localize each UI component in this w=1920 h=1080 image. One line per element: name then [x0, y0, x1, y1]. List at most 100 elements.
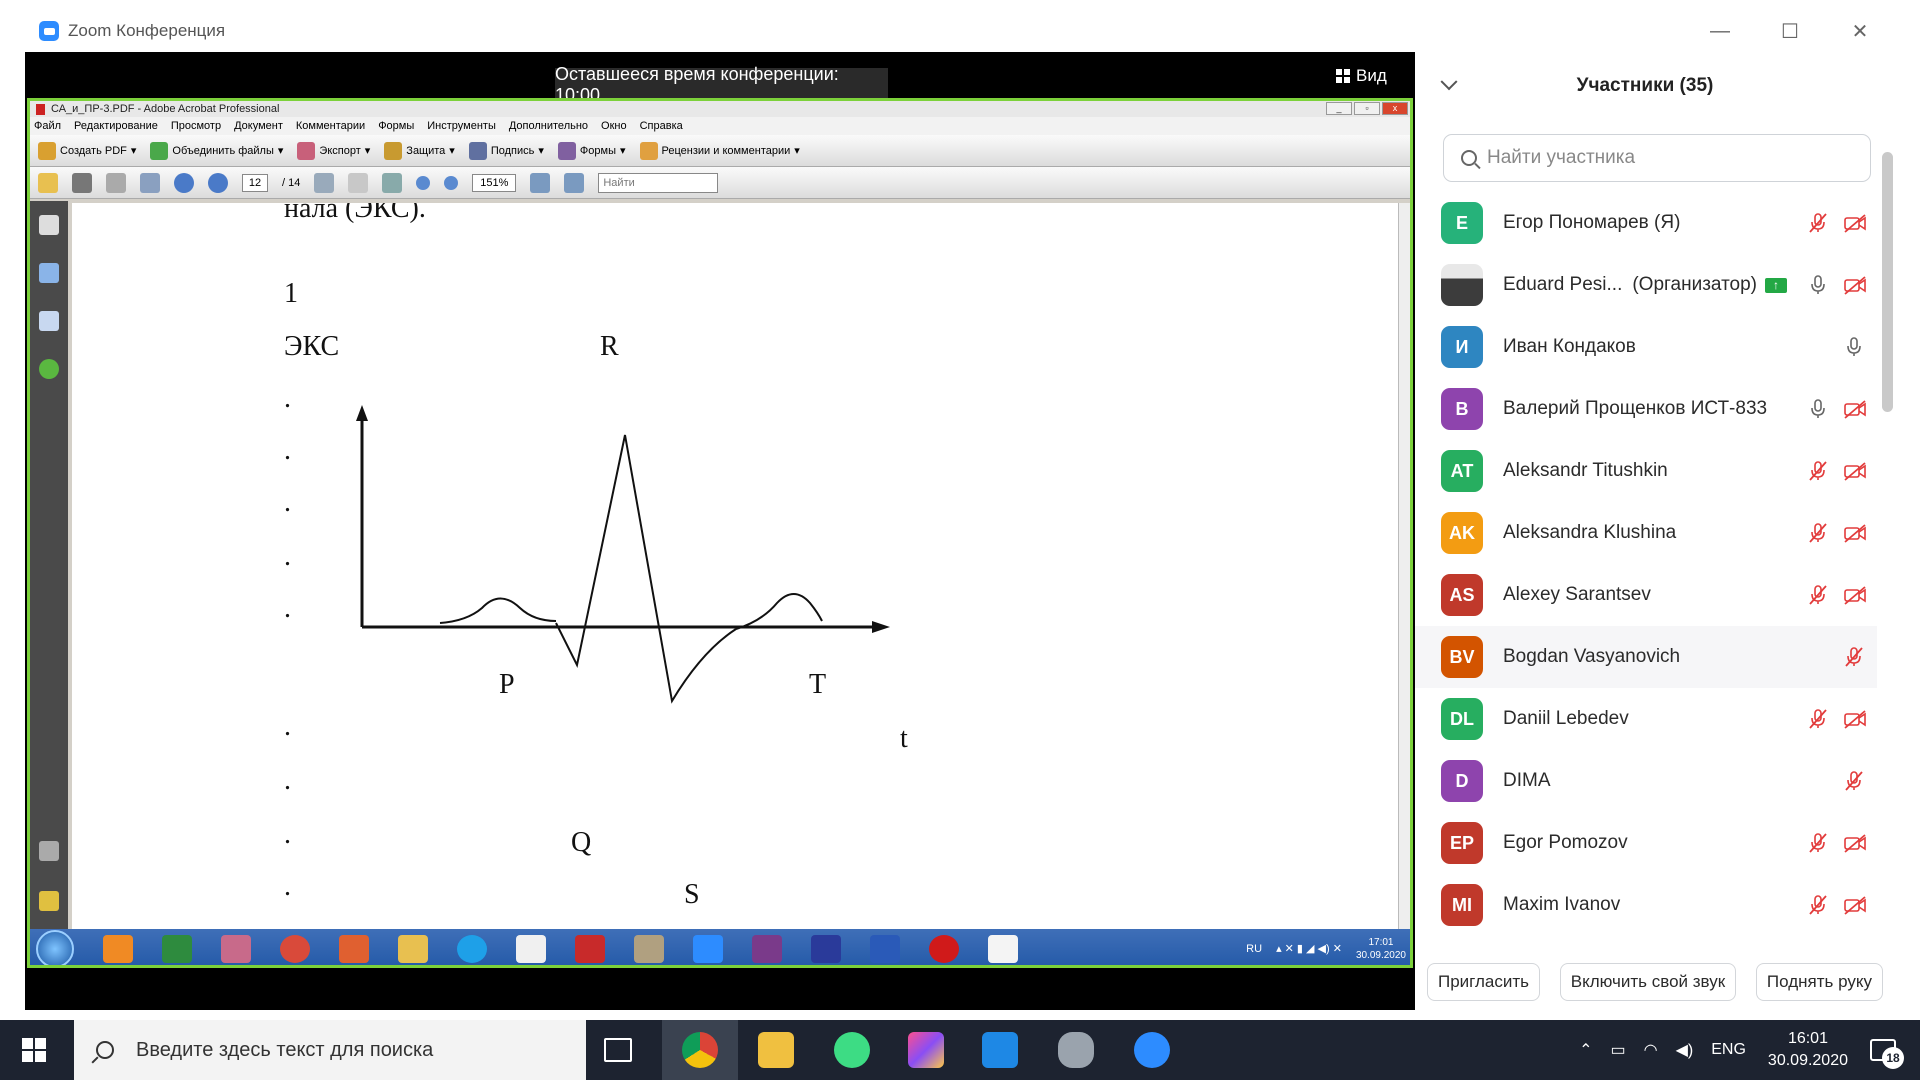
intellij-icon[interactable]	[908, 1032, 944, 1068]
menu-window[interactable]: Окно	[601, 120, 627, 132]
remote-clock[interactable]: 17:01 30.09.2020	[1356, 936, 1406, 962]
acrobat-close-button[interactable]: x	[1382, 102, 1408, 115]
mic-muted-icon[interactable]	[1807, 584, 1829, 606]
participant-search-input[interactable]: Найти участника	[1443, 134, 1871, 182]
video-off-icon[interactable]	[1843, 584, 1866, 606]
database-icon[interactable]	[1058, 1032, 1094, 1068]
participant-row[interactable]: AK Aleksandra Klushina	[1415, 502, 1877, 564]
participant-row[interactable]: И Иван Кондаков	[1415, 316, 1877, 378]
tools-icon[interactable]	[221, 934, 251, 963]
menu-advanced[interactable]: Дополнительно	[509, 120, 588, 132]
participant-row[interactable]: MI Maxim Ivanov	[1415, 874, 1877, 936]
zoom-level-select[interactable]: 151%	[472, 173, 517, 192]
mic-muted-icon[interactable]	[1807, 460, 1829, 482]
video-off-icon[interactable]	[1843, 274, 1866, 296]
prev-page-icon[interactable]	[174, 172, 194, 193]
menu-view[interactable]: Просмотр	[171, 120, 221, 132]
remote-lang[interactable]: RU	[1246, 943, 1262, 955]
menu-document[interactable]: Документ	[234, 120, 283, 132]
menu-tools[interactable]: Инструменты	[427, 120, 496, 132]
notifications-icon[interactable]: 18	[1870, 1039, 1904, 1069]
chrome-taskbar-button[interactable]	[662, 1020, 738, 1080]
maximize-button[interactable]: ☐	[1755, 10, 1825, 52]
raise-hand-button[interactable]: Поднять руку	[1755, 963, 1883, 1001]
zoom-out-icon[interactable]	[416, 175, 431, 190]
fit-page-icon[interactable]	[530, 172, 551, 193]
video-off-icon[interactable]	[1843, 708, 1866, 730]
acrobat-icon[interactable]	[988, 934, 1018, 963]
participant-row[interactable]: AS Alexey Sarantsev	[1415, 564, 1877, 626]
menu-file[interactable]: Файл	[34, 120, 61, 132]
secure-button[interactable]: Защита ▾	[384, 141, 455, 160]
page-number-input[interactable]: 12	[242, 173, 268, 192]
app-icon[interactable]	[634, 934, 664, 963]
video-off-icon[interactable]	[1843, 522, 1866, 544]
office-icon[interactable]	[339, 934, 369, 963]
save-icon[interactable]	[106, 172, 126, 193]
floppy-icon[interactable]	[811, 934, 841, 963]
bookmarks-icon[interactable]	[39, 263, 59, 283]
mic-muted-icon[interactable]	[1807, 894, 1829, 916]
zoom-taskbar-icon[interactable]	[1134, 1032, 1170, 1068]
word-icon[interactable]	[870, 934, 900, 963]
participants-scrollbar[interactable]	[1882, 152, 1893, 412]
mic-muted-icon[interactable]	[1843, 770, 1865, 792]
export-button[interactable]: Экспорт ▾	[297, 141, 370, 160]
excel-icon[interactable]	[162, 934, 192, 963]
video-off-icon[interactable]	[1843, 832, 1866, 854]
clock[interactable]: 16:01 30.09.2020	[1768, 1028, 1848, 1072]
mic-icon[interactable]	[1807, 398, 1829, 420]
close-button[interactable]: ✕	[1825, 10, 1895, 52]
pages-icon[interactable]	[39, 215, 59, 235]
select-tool-icon[interactable]	[314, 172, 335, 193]
media-player-icon[interactable]	[103, 934, 133, 963]
menu-forms[interactable]: Формы	[378, 120, 414, 132]
tray-chevron-icon[interactable]: ⌃	[1579, 1040, 1592, 1060]
windows-start-icon[interactable]	[22, 1038, 46, 1062]
open-folder-icon[interactable]	[38, 172, 58, 193]
mic-muted-icon[interactable]	[1807, 212, 1829, 234]
volume-icon[interactable]: ◀)	[1676, 1040, 1694, 1060]
forms-button[interactable]: Формы ▾	[557, 141, 626, 160]
find-input[interactable]: Найти	[598, 172, 719, 193]
participant-row[interactable]: DL Daniil Lebedev	[1415, 688, 1877, 750]
mic-muted-icon[interactable]	[1807, 832, 1829, 854]
acrobat-scrollbar[interactable]	[1398, 203, 1410, 929]
language-indicator[interactable]: ENG	[1711, 1041, 1746, 1059]
help-icon[interactable]	[39, 359, 59, 379]
video-off-icon[interactable]	[1843, 398, 1866, 420]
hand-tool-icon[interactable]	[348, 172, 369, 193]
invite-button[interactable]: Пригласить	[1427, 963, 1541, 1001]
battery-icon[interactable]: ▭	[1611, 1040, 1626, 1060]
video-off-icon[interactable]	[1843, 894, 1866, 916]
dice-icon[interactable]	[575, 934, 605, 963]
email-icon[interactable]	[140, 172, 160, 193]
skype-icon[interactable]	[457, 934, 487, 963]
mic-icon[interactable]	[1843, 336, 1865, 358]
folder-icon[interactable]	[398, 934, 428, 963]
remote-start-button[interactable]	[36, 929, 74, 965]
task-view-icon[interactable]	[604, 1038, 632, 1062]
zoom-app-icon[interactable]	[693, 934, 723, 963]
participant-row[interactable]: EP Egor Pomozov	[1415, 812, 1877, 874]
mic-icon[interactable]	[1807, 274, 1829, 296]
signatures-icon[interactable]	[39, 311, 59, 331]
next-page-icon[interactable]	[208, 172, 228, 193]
zoom-in-icon[interactable]	[444, 175, 459, 190]
view-button[interactable]: Вид	[1336, 66, 1387, 86]
combine-files-button[interactable]: Объединить файлы ▾	[150, 141, 283, 160]
participant-row[interactable]: D DIMA	[1415, 750, 1877, 812]
acrobat-minimize-button[interactable]: _	[1326, 102, 1352, 115]
notepad-icon[interactable]	[516, 934, 546, 963]
menu-help[interactable]: Справка	[640, 120, 683, 132]
wifi-icon[interactable]: ◠	[1644, 1040, 1658, 1060]
video-off-icon[interactable]	[1843, 212, 1866, 234]
opera-icon[interactable]	[929, 934, 959, 963]
taskbar-search-box[interactable]: Введите здесь текст для поиска	[74, 1020, 586, 1080]
zoom-tool-icon[interactable]	[382, 172, 403, 193]
participant-row[interactable]: Eduard Pesi... (Организатор) ↑	[1415, 254, 1877, 316]
participant-row[interactable]: AT Aleksandr Titushkin	[1415, 440, 1877, 502]
sign-button[interactable]: Подпись ▾	[468, 141, 544, 160]
minimize-button[interactable]: —	[1685, 10, 1755, 52]
mic-muted-icon[interactable]	[1807, 708, 1829, 730]
